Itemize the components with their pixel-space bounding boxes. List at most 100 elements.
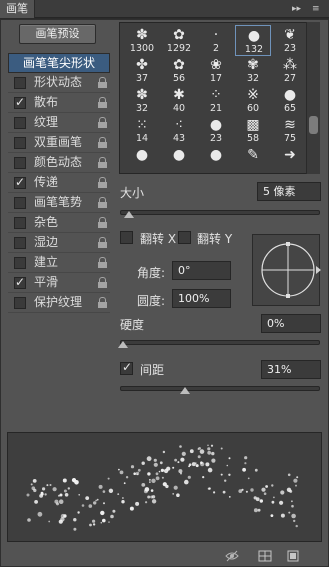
size-field[interactable]: 5 像素 [257, 182, 321, 201]
tab-brush[interactable]: 画笔 [0, 0, 35, 18]
brush-tip-cell[interactable]: ✿ 1292 [161, 25, 197, 56]
lock-icon[interactable] [98, 297, 107, 308]
sidebar-item-label: 画笔笔尖形状 [22, 56, 95, 70]
new-preset-icon[interactable] [286, 550, 300, 562]
lock-icon[interactable] [98, 257, 107, 268]
sidebar-item-8[interactable]: 杂色 [8, 213, 110, 233]
sidebar-item-6[interactable]: ✓ 传递 [8, 173, 110, 193]
lock-icon[interactable] [98, 237, 107, 248]
brush-tip-cell[interactable]: ✽ 32 [124, 85, 160, 116]
brush-tip-cell[interactable]: ✎ [235, 145, 271, 176]
sidebar-checkbox[interactable] [14, 137, 26, 149]
flip-y-checkbox[interactable] [178, 231, 191, 244]
sidebar-item-3[interactable]: 纹理 [8, 113, 110, 133]
brush-tip-cell[interactable]: ● [161, 145, 197, 176]
brush-tip-cell[interactable]: ⁖ 43 [161, 115, 197, 146]
eye-icon[interactable] [225, 550, 239, 562]
brush-tip-cell[interactable]: ⁙ 14 [124, 115, 160, 146]
brush-tip-cell[interactable]: ● 65 [272, 85, 308, 116]
lock-icon[interactable] [98, 137, 107, 148]
sidebar-checkbox[interactable] [14, 77, 26, 89]
hardness-field[interactable]: 0% [261, 314, 321, 333]
lock-icon[interactable] [98, 277, 107, 288]
brush-tip-cell[interactable]: ➜ [272, 145, 308, 176]
brush-grid-scrollbar[interactable] [306, 22, 320, 174]
scrollbar-thumb[interactable] [309, 116, 318, 134]
size-label: 大小 [120, 186, 145, 200]
spacing-checkbox[interactable]: ✓ [120, 360, 133, 375]
sidebar-item-0[interactable]: 画笔笔尖形状 [8, 53, 110, 73]
sidebar-item-1[interactable]: 形状动态 [8, 73, 110, 93]
brush-tip-cell[interactable]: ✱ 40 [161, 85, 197, 116]
sidebar-checkbox[interactable] [14, 217, 26, 229]
sidebar-checkbox[interactable]: ✓ [14, 95, 26, 109]
sidebar-checkbox[interactable] [14, 257, 26, 269]
sidebar-checkbox[interactable]: ✓ [14, 175, 26, 189]
hardness-slider-thumb[interactable] [118, 341, 128, 348]
sidebar-item-label: 传递 [34, 175, 59, 189]
sidebar-item-label: 画笔笔势 [34, 195, 83, 209]
angle-roundness-dial[interactable] [252, 234, 320, 306]
lock-icon[interactable] [98, 97, 107, 108]
spacing-field[interactable]: 31% [261, 360, 321, 379]
brush-tip-cell[interactable]: ✤ 37 [124, 55, 160, 86]
sidebar-item-5[interactable]: 颜色动态 [8, 153, 110, 173]
brush-tip-cell[interactable]: ✾ 32 [235, 55, 271, 86]
lock-icon[interactable] [98, 157, 107, 168]
flip-x-checkbox[interactable] [120, 231, 133, 244]
splatter-icon: ✽ [136, 27, 148, 43]
lock-icon[interactable] [98, 117, 107, 128]
brush-tip-size: 56 [172, 73, 186, 84]
lock-icon[interactable] [98, 77, 107, 88]
leaf-icon: ✽ [136, 87, 148, 103]
sidebar-item-7[interactable]: 画笔笔势 [8, 193, 110, 213]
brush-tip-cell[interactable]: ● [198, 145, 234, 176]
soft-round-icon: ● [135, 147, 149, 163]
sidebar-item-12[interactable]: 保护纹理 [8, 293, 110, 313]
size-slider[interactable] [120, 210, 320, 215]
brush-tip-cell[interactable]: · 2 [198, 25, 234, 56]
brush-presets-button[interactable]: 画笔预设 [19, 24, 96, 44]
brush-tip-cell[interactable]: ● [124, 145, 160, 176]
brush-tip-cell[interactable]: ● 23 [198, 115, 234, 146]
brush-tip-cell[interactable]: ❦ 23 [272, 25, 308, 56]
roundness-field[interactable]: 100% [172, 289, 231, 308]
leaf-icon: ✿ [173, 27, 185, 43]
brush-tip-cell[interactable]: ✽ 1300 [124, 25, 160, 56]
sidebar-checkbox[interactable]: ✓ [14, 275, 26, 289]
sidebar-checkbox[interactable] [14, 197, 26, 209]
brush-tip-cell[interactable]: ✿ 56 [161, 55, 197, 86]
brush-tip-size: 40 [172, 103, 186, 114]
brush-tip-grid[interactable]: ✽ 1300 ✿ 1292 · 2 ● 132 ❦ 23 ✤ 37 ✿ 56 ❀ 17 ✾ 32 ⁂ 27 ✽ 32 ✱ 40… [119, 22, 320, 174]
brush-tip-cell[interactable]: ≋ 75 [272, 115, 308, 146]
sidebar-item-11[interactable]: ✓ 平滑 [8, 273, 110, 293]
lock-icon[interactable] [98, 197, 107, 208]
brush-tip-cell[interactable]: ⁘ 21 [198, 85, 234, 116]
lock-icon[interactable] [98, 217, 107, 228]
sidebar-item-label: 杂色 [34, 215, 59, 229]
sidebar-item-4[interactable]: 双重画笔 [8, 133, 110, 153]
brush-tip-cell[interactable]: ※ 60 [235, 85, 271, 116]
sidebar-checkbox[interactable] [14, 117, 26, 129]
brush-tip-cell[interactable]: ❀ 17 [198, 55, 234, 86]
spacing-label: 间距 [140, 363, 165, 377]
sidebar-checkbox[interactable] [14, 237, 26, 249]
spacing-slider[interactable] [120, 386, 320, 391]
hardness-slider[interactable] [120, 340, 320, 345]
angle-field[interactable]: 0° [172, 261, 231, 280]
brush-tip-cell[interactable]: ● 132 [235, 25, 271, 56]
brush-tip-cell[interactable]: ⁂ 27 [272, 55, 308, 86]
size-slider-thumb[interactable] [124, 211, 134, 218]
sidebar-item-10[interactable]: 建立 [8, 253, 110, 273]
panel-menu-icon[interactable]: ≡ [312, 3, 320, 15]
sidebar-item-9[interactable]: 湿边 [8, 233, 110, 253]
lock-icon[interactable] [98, 177, 107, 188]
sidebar-item-2[interactable]: ✓ 散布 [8, 93, 110, 113]
sidebar-checkbox[interactable] [14, 297, 26, 309]
brush-tip-cell[interactable]: ▩ 58 [235, 115, 271, 146]
grid-icon[interactable] [258, 550, 272, 562]
sidebar-checkbox[interactable] [14, 157, 26, 169]
spacing-slider-thumb[interactable] [180, 387, 190, 394]
collapse-icon[interactable]: ▸▸ [292, 3, 301, 15]
brush-tip-size: 23 [283, 43, 297, 54]
